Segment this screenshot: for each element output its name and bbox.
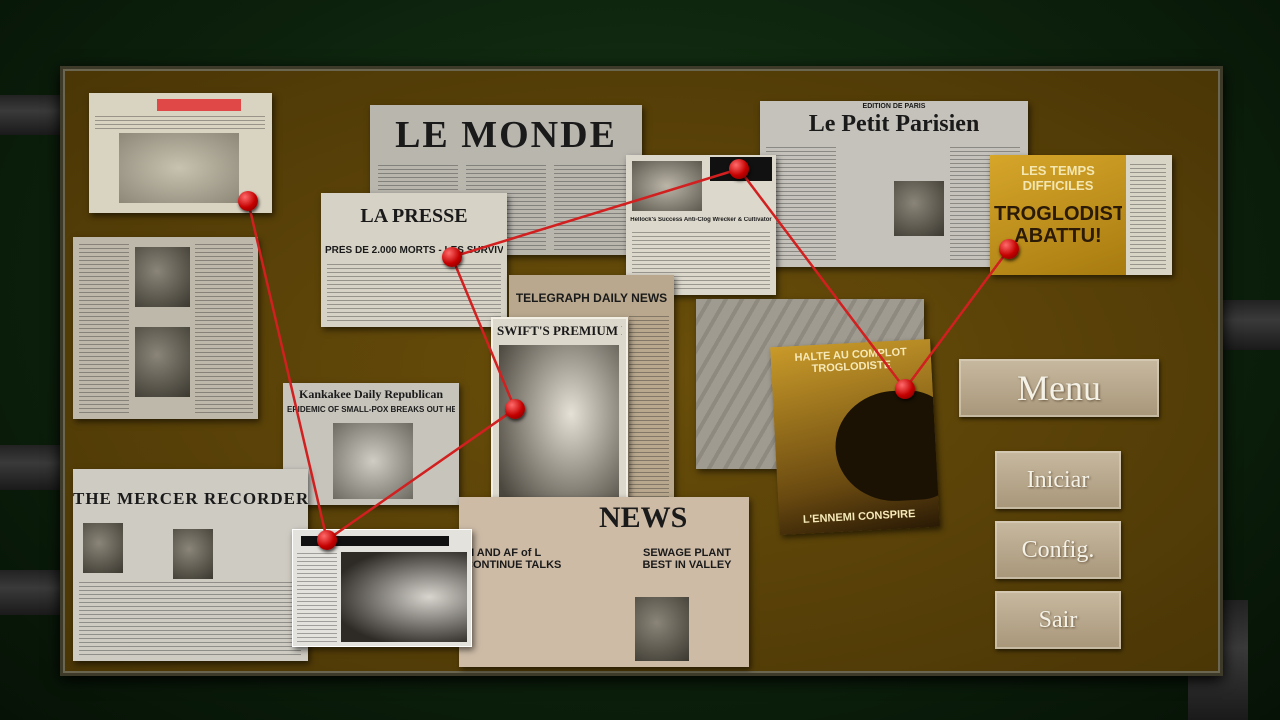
clipping-title: Kankakee Daily Republican bbox=[298, 387, 444, 401]
clipping-poster-footer: L'ENNEMI CONSPIRE bbox=[802, 507, 916, 526]
background-pipe bbox=[0, 445, 62, 490]
clipping-headline: PRÈS DE 2.000 MORTS - LES SURVIVANTS bbox=[325, 245, 503, 256]
menu-title: Menu bbox=[959, 359, 1159, 417]
clipping-edition: EDITION DE PARIS bbox=[862, 103, 926, 110]
pushpin bbox=[505, 399, 525, 419]
clipping-headline: SEWAGE PLANT BEST IN VALLEY bbox=[642, 547, 732, 571]
background-pipe bbox=[0, 570, 62, 615]
clipping-petit-parisien: EDITION DE PARIS Le Petit Parisien bbox=[760, 101, 1028, 267]
clipping-halte-poster: HALTE AU COMPLOT TROGLODISTE L'ENNEMI CO… bbox=[770, 338, 940, 536]
exit-button[interactable]: Sair bbox=[995, 591, 1121, 649]
clipping-title: Le Petit Parisien bbox=[808, 111, 980, 137]
clipping-poster-title: HALTE AU COMPLOT TROGLODISTE bbox=[794, 346, 908, 376]
start-button[interactable]: Iniciar bbox=[995, 451, 1121, 509]
pushpin bbox=[729, 159, 749, 179]
clipping-title: SWIFT'S PREMIUM HAMS bbox=[497, 323, 622, 338]
clipping-title: NEWS bbox=[599, 501, 688, 534]
clipping-headline: Hellock's Success Anti-Clog Wrecker & Cu… bbox=[630, 217, 772, 223]
clipping-troglodiste-abattu: LES TEMPS DIFFICILES TROGLODISTE ABATTU! bbox=[990, 155, 1172, 275]
clipping-mercer: THE MERCER RECORDER bbox=[73, 469, 308, 661]
pushpin bbox=[895, 379, 915, 399]
clipping-news: NEWS M AND AF of L CONTINUE TALKS SEWAGE… bbox=[459, 497, 749, 667]
clipping-poster-top: LES TEMPS DIFFICILES bbox=[1021, 163, 1095, 193]
clipping-ads bbox=[73, 237, 258, 419]
clipping-title: TELEGRAPH DAILY NEWS bbox=[515, 291, 668, 305]
pushpin bbox=[442, 247, 462, 267]
clipping-title: THE MERCER RECORDER bbox=[73, 489, 308, 508]
cork-board: LE MONDE EDITION DE PARIS Le Petit Paris… bbox=[60, 66, 1223, 676]
clipping-la-presse: LA PRESSE PRÈS DE 2.000 MORTS - LES SURV… bbox=[321, 193, 507, 327]
clipping-title: LE MONDE bbox=[395, 114, 617, 156]
clipping-headline: M AND AF of L CONTINUE TALKS bbox=[465, 547, 562, 571]
clipping-hellock: Hellock's Success Anti-Clog Wrecker & Cu… bbox=[626, 155, 776, 295]
clipping-title: LA PRESSE bbox=[360, 205, 468, 227]
clipping-headline: EPIDEMIC OF SMALL-POX BREAKS OUT HERE bbox=[287, 405, 455, 414]
pushpin bbox=[317, 530, 337, 550]
clipping-kankakee: Kankakee Daily Republican EPIDEMIC OF SM… bbox=[283, 383, 459, 505]
config-button[interactable]: Config. bbox=[995, 521, 1121, 579]
background-pipe bbox=[0, 95, 62, 135]
clipping-swifts: SWIFT'S PREMIUM HAMS bbox=[491, 317, 628, 526]
pushpin bbox=[999, 239, 1019, 259]
pushpin bbox=[238, 191, 258, 211]
background-pipe bbox=[1218, 300, 1280, 350]
